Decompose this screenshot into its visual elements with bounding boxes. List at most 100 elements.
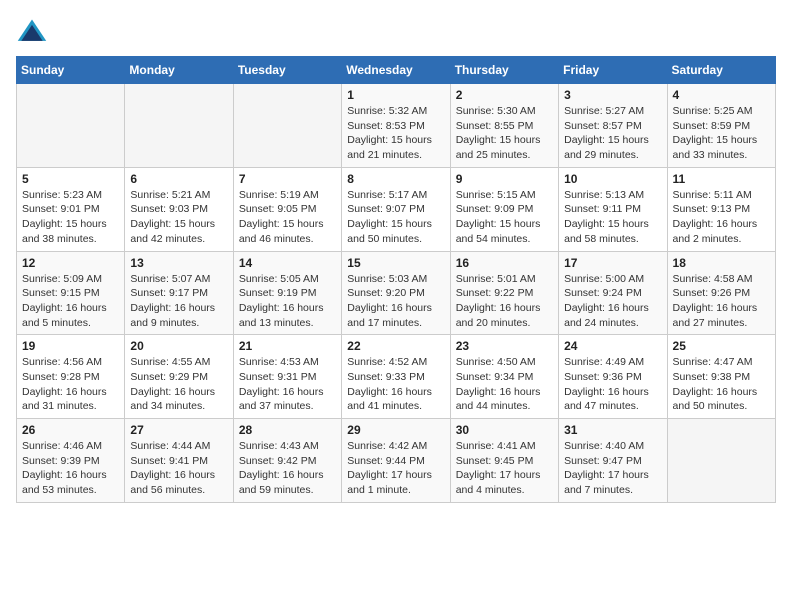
day-info: Sunrise: 4:40 AM Sunset: 9:47 PM Dayligh…: [564, 439, 661, 498]
day-number: 20: [130, 339, 227, 353]
calendar-week-row: 26Sunrise: 4:46 AM Sunset: 9:39 PM Dayli…: [17, 419, 776, 503]
day-number: 13: [130, 256, 227, 270]
calendar-cell: 16 Sunrise: 5:01 AM Sunset: 9:22 PM Dayli…: [450, 251, 558, 335]
day-info: Sunrise: 5:09 AM Sunset: 9:15 PM Dayligh…: [22, 272, 119, 331]
day-info: Sunrise: 5:15 AM Sunset: 9:09 PM Dayligh…: [456, 188, 553, 247]
page-header: [16, 16, 776, 48]
calendar-cell: 25 Sunrise: 4:47 AM Sunset: 9:38 PM Dayli…: [667, 335, 775, 419]
day-info: Sunrise: 4:47 AM Sunset: 9:38 PM Dayligh…: [673, 355, 770, 414]
calendar-cell: 6 Sunrise: 5:21 AM Sunset: 9:03 PM Daylig…: [125, 167, 233, 251]
day-number: 6: [130, 172, 227, 186]
day-number: 21: [239, 339, 336, 353]
calendar-week-row: 1Sunrise: 5:32 AM Sunset: 8:53 PM Daylig…: [17, 84, 776, 168]
logo-icon: [16, 16, 48, 48]
day-number: 4: [673, 88, 770, 102]
day-number: 1: [347, 88, 444, 102]
weekday-header: Friday: [559, 57, 667, 84]
day-number: 28: [239, 423, 336, 437]
day-number: 27: [130, 423, 227, 437]
day-info: Sunrise: 4:49 AM Sunset: 9:36 PM Dayligh…: [564, 355, 661, 414]
calendar-cell: 3 Sunrise: 5:27 AM Sunset: 8:57 PM Daylig…: [559, 84, 667, 168]
day-number: 9: [456, 172, 553, 186]
calendar-cell: 27Sunrise: 4:44 AM Sunset: 9:41 PM Dayli…: [125, 419, 233, 503]
day-number: 2: [456, 88, 553, 102]
calendar-cell: 26Sunrise: 4:46 AM Sunset: 9:39 PM Dayli…: [17, 419, 125, 503]
day-info: Sunrise: 5:01 AM Sunset: 9:22 PM Dayligh…: [456, 272, 553, 331]
calendar-cell: 10Sunrise: 5:13 AM Sunset: 9:11 PM Dayli…: [559, 167, 667, 251]
day-info: Sunrise: 4:41 AM Sunset: 9:45 PM Dayligh…: [456, 439, 553, 498]
calendar-cell: 14 Sunrise: 5:05 AM Sunset: 9:19 PM Dayli…: [233, 251, 341, 335]
calendar-week-row: 19Sunrise: 4:56 AM Sunset: 9:28 PM Dayli…: [17, 335, 776, 419]
day-number: 23: [456, 339, 553, 353]
calendar-cell: 5 Sunrise: 5:23 AM Sunset: 9:01 PM Daylig…: [17, 167, 125, 251]
weekday-header: Thursday: [450, 57, 558, 84]
day-number: 16: [456, 256, 553, 270]
calendar-cell: 8 Sunrise: 5:17 AM Sunset: 9:07 PM Daylig…: [342, 167, 450, 251]
calendar-cell: [667, 419, 775, 503]
weekday-row: SundayMondayTuesdayWednesdayThursdayFrid…: [17, 57, 776, 84]
weekday-header: Wednesday: [342, 57, 450, 84]
calendar-cell: [233, 84, 341, 168]
calendar-header: SundayMondayTuesdayWednesdayThursdayFrid…: [17, 57, 776, 84]
day-info: Sunrise: 5:25 AM Sunset: 8:59 PM Dayligh…: [673, 104, 770, 163]
day-number: 15: [347, 256, 444, 270]
day-info: Sunrise: 4:42 AM Sunset: 9:44 PM Dayligh…: [347, 439, 444, 498]
calendar-week-row: 12 Sunrise: 5:09 AM Sunset: 9:15 PM Dayli…: [17, 251, 776, 335]
weekday-header: Sunday: [17, 57, 125, 84]
day-number: 29: [347, 423, 444, 437]
day-info: Sunrise: 4:58 AM Sunset: 9:26 PM Dayligh…: [673, 272, 770, 331]
day-number: 12: [22, 256, 119, 270]
calendar-week-row: 5 Sunrise: 5:23 AM Sunset: 9:01 PM Daylig…: [17, 167, 776, 251]
calendar-cell: 4 Sunrise: 5:25 AM Sunset: 8:59 PM Daylig…: [667, 84, 775, 168]
calendar-cell: [17, 84, 125, 168]
day-number: 30: [456, 423, 553, 437]
day-number: 18: [673, 256, 770, 270]
calendar-cell: [125, 84, 233, 168]
day-info: Sunrise: 5:13 AM Sunset: 9:11 PM Dayligh…: [564, 188, 661, 247]
day-number: 25: [673, 339, 770, 353]
day-info: Sunrise: 5:21 AM Sunset: 9:03 PM Dayligh…: [130, 188, 227, 247]
weekday-header: Saturday: [667, 57, 775, 84]
day-number: 14: [239, 256, 336, 270]
day-number: 7: [239, 172, 336, 186]
calendar-cell: 12 Sunrise: 5:09 AM Sunset: 9:15 PM Dayli…: [17, 251, 125, 335]
day-info: Sunrise: 4:53 AM Sunset: 9:31 PM Dayligh…: [239, 355, 336, 414]
calendar-cell: 21 Sunrise: 4:53 AM Sunset: 9:31 PM Dayli…: [233, 335, 341, 419]
calendar-cell: 30 Sunrise: 4:41 AM Sunset: 9:45 PM Dayli…: [450, 419, 558, 503]
weekday-header: Tuesday: [233, 57, 341, 84]
day-info: Sunrise: 5:11 AM Sunset: 9:13 PM Dayligh…: [673, 188, 770, 247]
day-number: 22: [347, 339, 444, 353]
weekday-header: Monday: [125, 57, 233, 84]
day-info: Sunrise: 5:23 AM Sunset: 9:01 PM Dayligh…: [22, 188, 119, 247]
day-number: 17: [564, 256, 661, 270]
day-info: Sunrise: 5:05 AM Sunset: 9:19 PM Dayligh…: [239, 272, 336, 331]
day-info: Sunrise: 5:17 AM Sunset: 9:07 PM Dayligh…: [347, 188, 444, 247]
calendar-cell: 28 Sunrise: 4:43 AM Sunset: 9:42 PM Dayli…: [233, 419, 341, 503]
day-number: 5: [22, 172, 119, 186]
day-number: 3: [564, 88, 661, 102]
day-info: Sunrise: 5:00 AM Sunset: 9:24 PM Dayligh…: [564, 272, 661, 331]
calendar-cell: 1Sunrise: 5:32 AM Sunset: 8:53 PM Daylig…: [342, 84, 450, 168]
calendar-cell: 31 Sunrise: 4:40 AM Sunset: 9:47 PM Dayli…: [559, 419, 667, 503]
day-number: 24: [564, 339, 661, 353]
calendar-cell: 18 Sunrise: 4:58 AM Sunset: 9:26 PM Dayli…: [667, 251, 775, 335]
day-info: Sunrise: 4:50 AM Sunset: 9:34 PM Dayligh…: [456, 355, 553, 414]
day-info: Sunrise: 4:46 AM Sunset: 9:39 PM Dayligh…: [22, 439, 119, 498]
calendar-cell: 22 Sunrise: 4:52 AM Sunset: 9:33 PM Dayli…: [342, 335, 450, 419]
calendar-cell: 29 Sunrise: 4:42 AM Sunset: 9:44 PM Dayli…: [342, 419, 450, 503]
day-number: 8: [347, 172, 444, 186]
day-info: Sunrise: 4:43 AM Sunset: 9:42 PM Dayligh…: [239, 439, 336, 498]
calendar-cell: 11Sunrise: 5:11 AM Sunset: 9:13 PM Dayli…: [667, 167, 775, 251]
calendar-cell: 13Sunrise: 5:07 AM Sunset: 9:17 PM Dayli…: [125, 251, 233, 335]
calendar-cell: 17 Sunrise: 5:00 AM Sunset: 9:24 PM Dayli…: [559, 251, 667, 335]
day-info: Sunrise: 4:52 AM Sunset: 9:33 PM Dayligh…: [347, 355, 444, 414]
day-info: Sunrise: 5:19 AM Sunset: 9:05 PM Dayligh…: [239, 188, 336, 247]
calendar-cell: 23 Sunrise: 4:50 AM Sunset: 9:34 PM Dayli…: [450, 335, 558, 419]
calendar-table: SundayMondayTuesdayWednesdayThursdayFrid…: [16, 56, 776, 503]
day-info: Sunrise: 5:27 AM Sunset: 8:57 PM Dayligh…: [564, 104, 661, 163]
day-info: Sunrise: 4:56 AM Sunset: 9:28 PM Dayligh…: [22, 355, 119, 414]
calendar-cell: 20Sunrise: 4:55 AM Sunset: 9:29 PM Dayli…: [125, 335, 233, 419]
day-info: Sunrise: 5:30 AM Sunset: 8:55 PM Dayligh…: [456, 104, 553, 163]
calendar-cell: 9 Sunrise: 5:15 AM Sunset: 9:09 PM Daylig…: [450, 167, 558, 251]
day-number: 31: [564, 423, 661, 437]
